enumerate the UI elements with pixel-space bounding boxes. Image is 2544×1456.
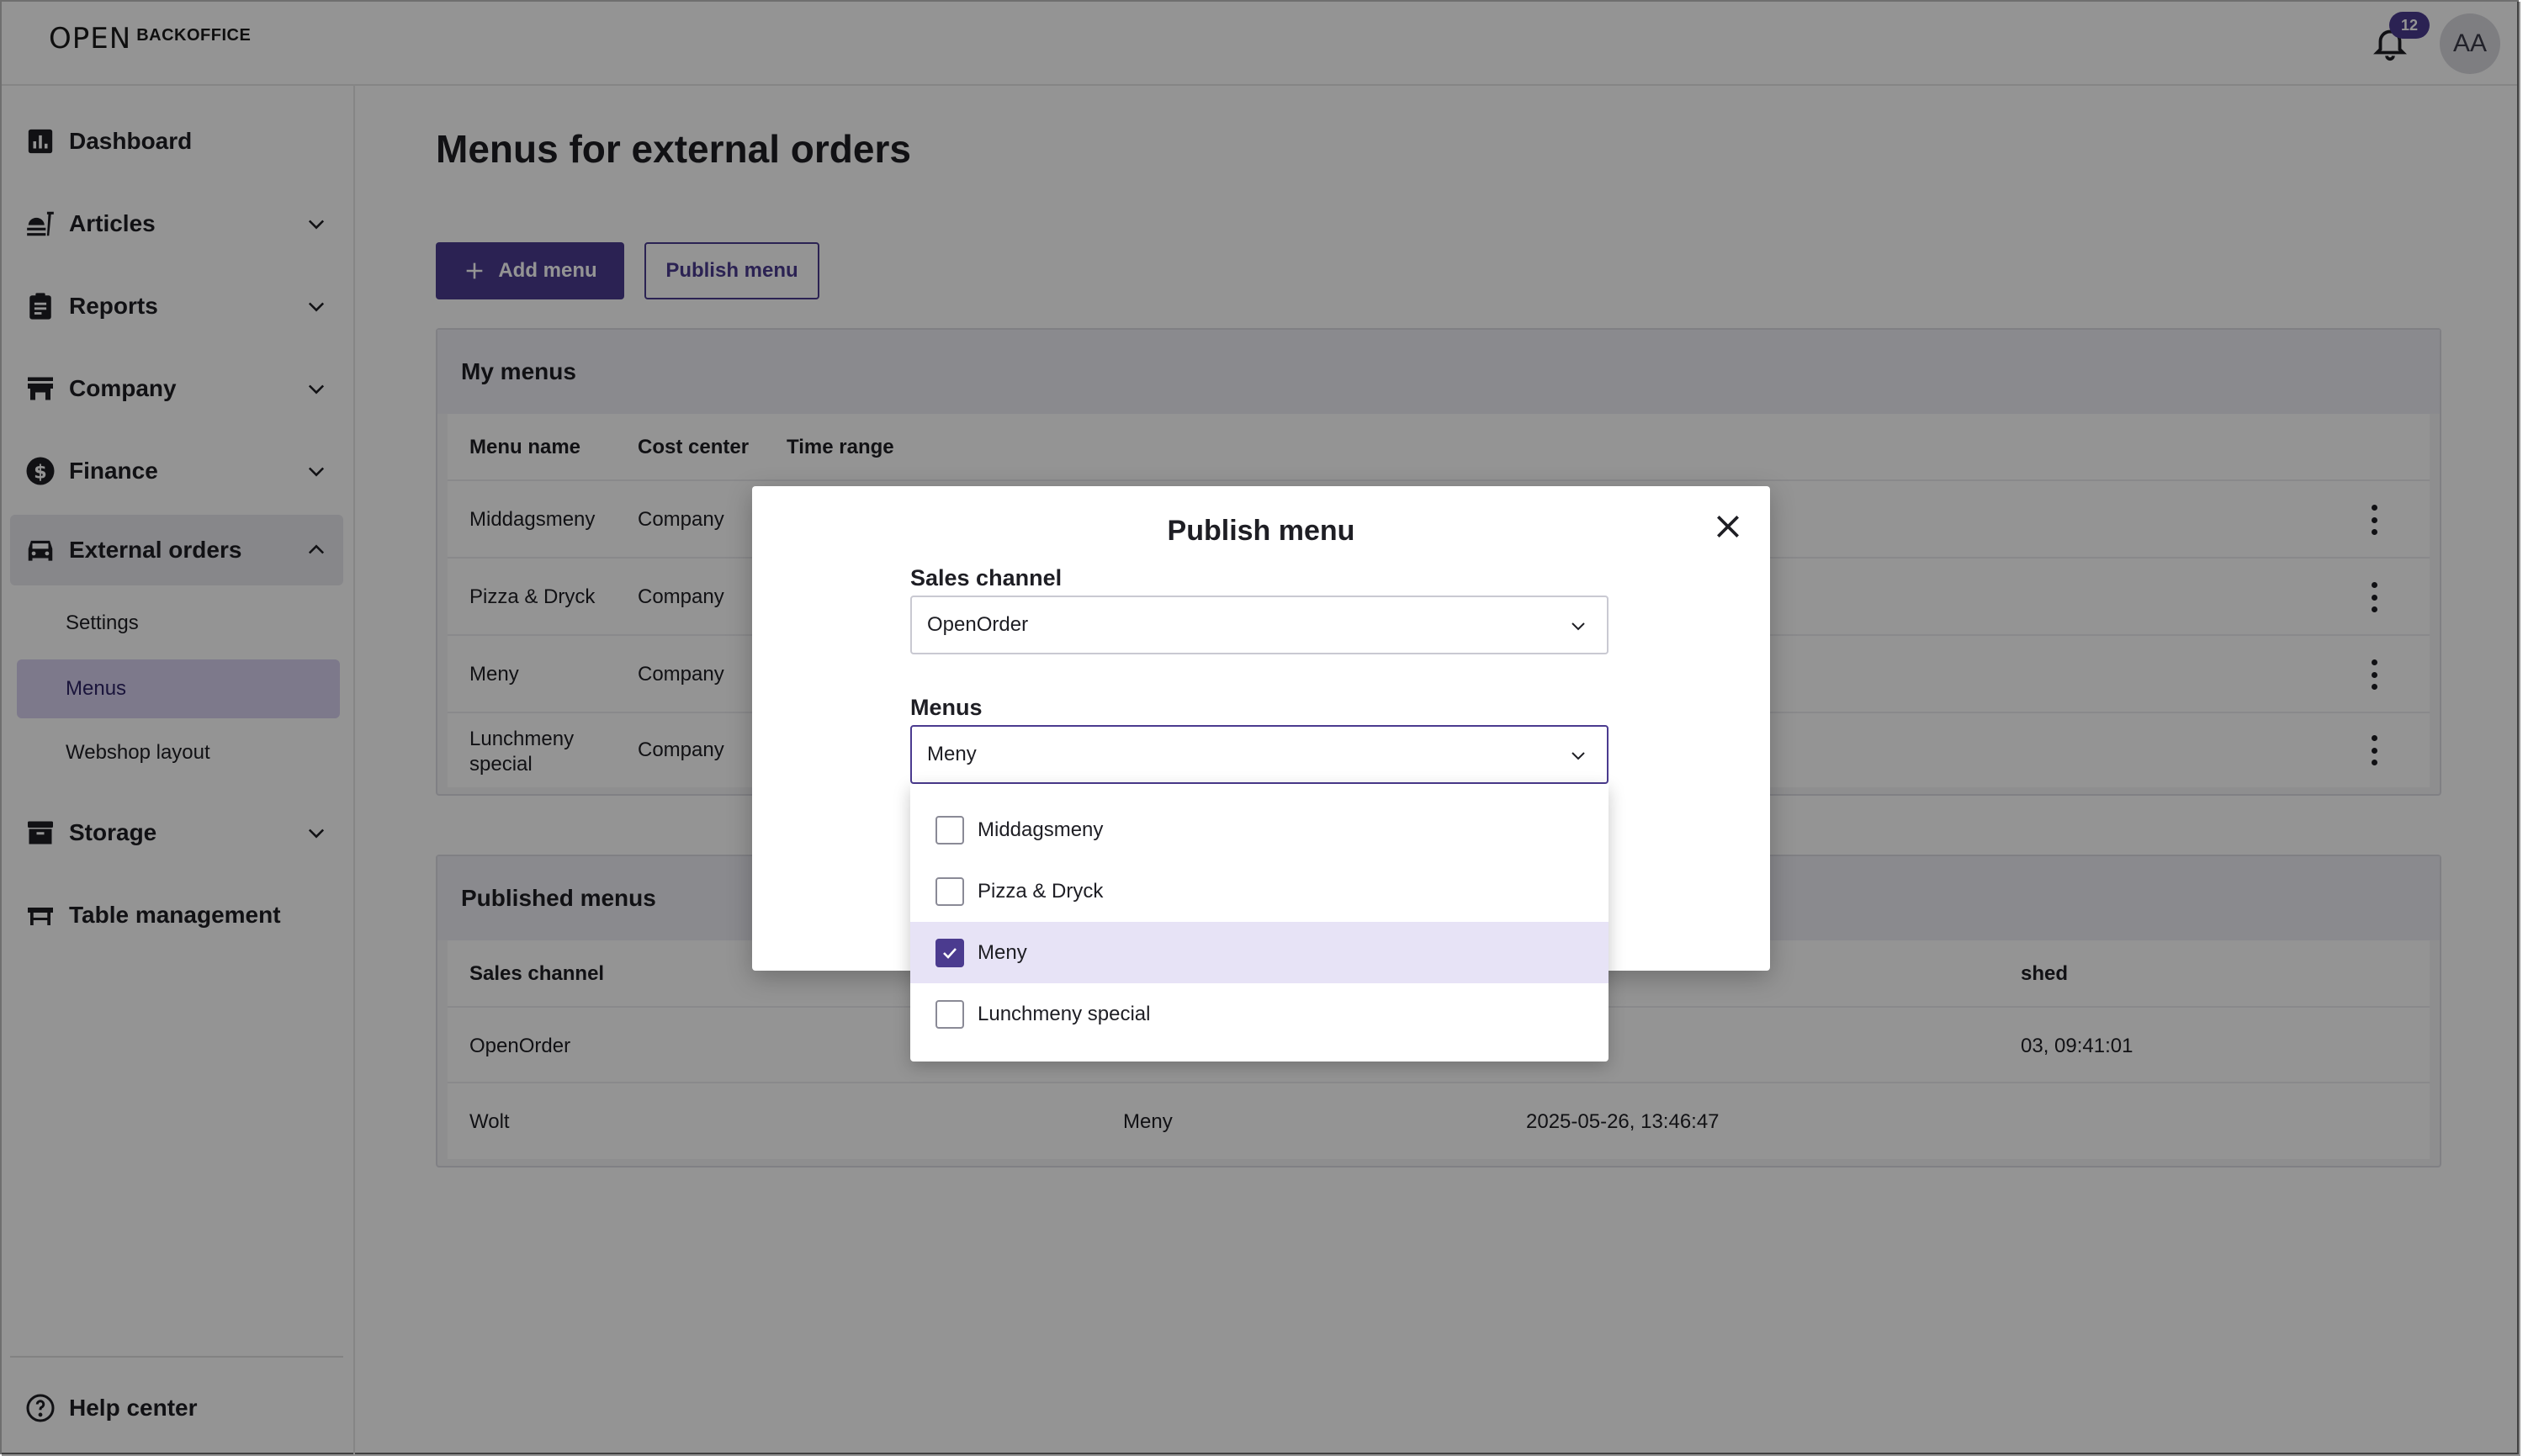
option-label: Pizza & Dryck	[978, 879, 1104, 903]
option-label: Lunchmeny special	[978, 1002, 1151, 1025]
chevron-down-icon	[1571, 622, 1585, 631]
menus-label: Menus	[910, 695, 983, 720]
check-icon	[943, 947, 957, 959]
chevron-down-icon	[1571, 752, 1585, 760]
menu-option-middagsmeny[interactable]: Middagsmeny	[910, 799, 1609, 860]
app-window: OPEN BACKOFFICE 12 AA Dashboard Articles	[0, 0, 2520, 1456]
close-icon[interactable]	[1711, 510, 1745, 543]
menu-option-pizza-dryck[interactable]: Pizza & Dryck	[910, 860, 1609, 922]
menu-option-meny[interactable]: Meny	[910, 922, 1609, 983]
sales-channel-value: OpenOrder	[927, 613, 1029, 636]
checkbox-checked[interactable]	[935, 938, 964, 967]
dialog-title: Publish menu	[1167, 515, 1355, 547]
menu-option-lunchmeny-special[interactable]: Lunchmeny special	[910, 983, 1609, 1045]
menus-select[interactable]: Meny	[910, 725, 1609, 784]
sales-channel-label: Sales channel	[910, 565, 1063, 590]
checkbox[interactable]	[935, 876, 964, 906]
menus-value: Meny	[927, 743, 977, 765]
menus-dropdown: Middagsmeny Pizza & Dryck Meny Lunchmeny…	[910, 784, 1609, 1062]
option-label: Middagsmeny	[978, 818, 1104, 841]
sales-channel-select[interactable]: OpenOrder	[910, 596, 1609, 654]
option-label: Meny	[978, 940, 1027, 964]
checkbox[interactable]	[935, 999, 964, 1029]
checkbox[interactable]	[935, 815, 964, 844]
